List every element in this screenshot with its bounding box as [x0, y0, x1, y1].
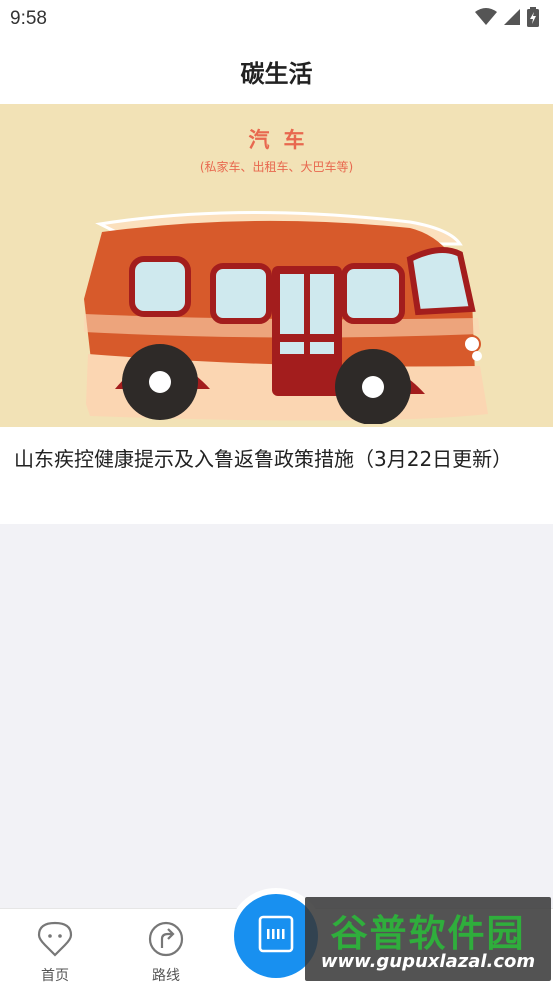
tab-route-label: 路线: [152, 968, 180, 984]
feed-card[interactable]: 汽车 (私家车、出租车、大巴车等) 山东疾控健康提示及入鲁返鲁政策措施（3月22…: [0, 104, 553, 524]
feed-item-title[interactable]: 山东疾控健康提示及入鲁返鲁政策措施（3月22日更新）: [14, 445, 539, 474]
watermark-logo: 谷普软件园 www.gupuxlazal.com: [305, 897, 551, 981]
status-time: 9:58: [10, 8, 47, 29]
battery-charging-icon: [527, 7, 539, 31]
page-title: 碳生活: [240, 59, 313, 88]
banner-title: 汽车: [248, 128, 319, 152]
signal-icon: [503, 8, 521, 30]
watermark-url: www.gupuxlazal.com: [320, 951, 536, 972]
banner-subtitle: (私家车、出租车、大巴车等): [199, 160, 354, 174]
status-bar: 9:58: [0, 0, 553, 38]
location-pin-icon: [37, 921, 73, 961]
scan-icon: [258, 915, 294, 957]
route-arrow-icon: [148, 921, 184, 961]
wifi-icon: [475, 8, 497, 30]
tab-home[interactable]: 首页: [10, 909, 100, 984]
bus-illustration: [84, 211, 488, 424]
header: 碳生活: [0, 38, 553, 104]
feed-banner-image: 汽车 (私家车、出租车、大巴车等): [0, 104, 553, 427]
status-icons: [475, 7, 539, 31]
tab-route[interactable]: 路线: [121, 909, 211, 984]
watermark-title: 谷普软件园: [330, 912, 526, 955]
tab-home-label: 首页: [41, 968, 69, 984]
